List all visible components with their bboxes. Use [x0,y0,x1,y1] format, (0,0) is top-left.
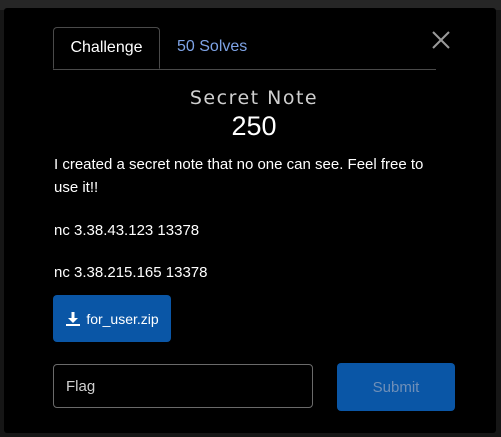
challenge-modal: Challenge 50 Solves Secret Note 250 I cr… [4,8,496,433]
close-button[interactable] [429,28,453,52]
download-icon [66,311,81,326]
description-text: I created a secret note that no one can … [54,156,424,196]
challenge-points: 250 [231,111,277,141]
modal-tabs: Challenge 50 Solves [53,27,436,70]
connection-info-1: nc 3.38.43.123 13378 [54,222,200,239]
file-name: for_user.zip [86,310,159,327]
tab-challenge[interactable]: Challenge [53,27,160,69]
tab-solves[interactable]: 50 Solves [177,27,247,68]
close-icon [432,31,450,49]
flag-input[interactable] [53,364,313,408]
download-file-button[interactable]: for_user.zip [53,295,171,342]
submit-button[interactable]: Submit [337,363,455,411]
connection-info-2: nc 3.38.215.165 13378 [54,264,208,281]
challenge-name: Secret Note [189,87,319,109]
